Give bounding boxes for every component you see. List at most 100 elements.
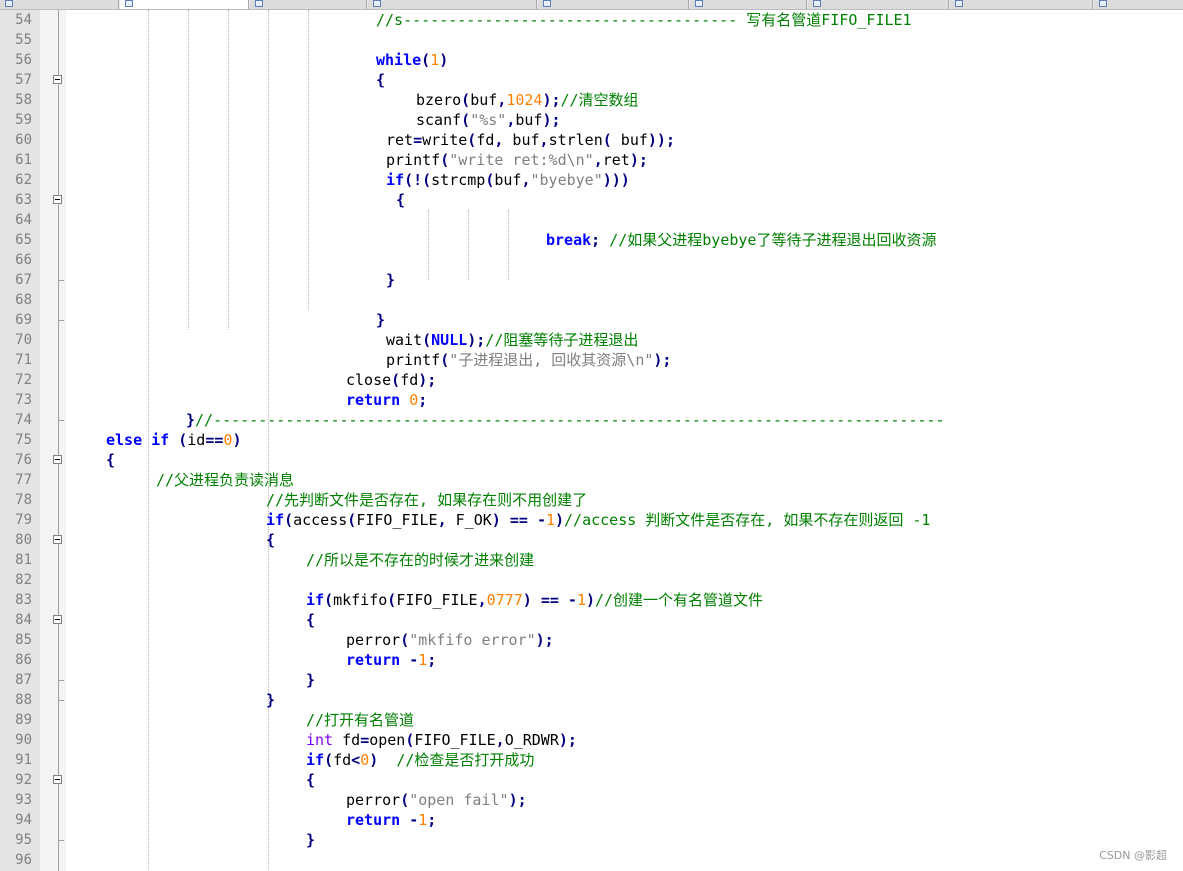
code-token: fd — [333, 731, 361, 749]
tab-file-1[interactable] — [0, 0, 119, 9]
code-line[interactable]: 82 — [0, 570, 1183, 590]
code-token: ); — [467, 331, 486, 349]
code-token: , — [521, 171, 531, 189]
code-text: } — [266, 690, 275, 710]
code-line[interactable]: 54 //s-----------------------------------… — [0, 10, 1183, 30]
code-token: 1 — [576, 591, 586, 609]
fold-toggle-icon[interactable] — [53, 75, 62, 84]
line-number: 73 — [15, 392, 32, 408]
fold-toggle-icon[interactable] — [53, 195, 62, 204]
tab-file-4[interactable] — [368, 0, 537, 9]
code-line[interactable]: 58 bzero(buf,1024);//清空数组 — [0, 90, 1183, 110]
code-line[interactable]: 89 //打开有名管道 — [0, 710, 1183, 730]
code-line[interactable]: 71 printf("子进程退出, 回收其资源\n"); — [0, 350, 1183, 370]
code-token: , — [437, 511, 447, 529]
file-icon — [1099, 0, 1107, 7]
line-number: 77 — [15, 472, 32, 488]
code-token: , — [477, 591, 487, 609]
fold-toggle-icon[interactable] — [53, 775, 62, 784]
code-line[interactable]: 63 { — [0, 190, 1183, 210]
code-line[interactable]: 95} — [0, 830, 1183, 850]
code-token: while — [376, 51, 422, 69]
code-token: bzero — [416, 91, 462, 109]
code-token: ( — [602, 131, 612, 149]
code-line[interactable]: 69} — [0, 310, 1183, 330]
code-line[interactable]: 84 { — [0, 610, 1183, 630]
code-editor[interactable]: 54 //s-----------------------------------… — [0, 10, 1183, 871]
code-token: == — [540, 591, 559, 609]
line-number: 71 — [15, 352, 32, 368]
code-token: //s-------------------------------------… — [376, 11, 912, 29]
code-line[interactable]: 77 //父进程负责读消息 — [0, 470, 1183, 490]
fold-end-marker — [58, 420, 64, 421]
tab-file-3[interactable] — [250, 0, 367, 9]
code-line[interactable]: 57 { — [0, 70, 1183, 90]
code-line[interactable]: 59 scanf("%s",buf); — [0, 110, 1183, 130]
code-line[interactable]: 67} — [0, 270, 1183, 290]
code-line[interactable]: 79 if(access(FIFO_FILE, F_OK) == -1)//acc… — [0, 510, 1183, 530]
code-token: == — [205, 431, 224, 449]
fold-toggle-icon[interactable] — [53, 615, 62, 624]
code-line[interactable]: 65 break; //如果父进程byebye了等待子进程退出回收资源 — [0, 230, 1183, 250]
code-line[interactable]: 93 perror("open fail"); — [0, 790, 1183, 810]
code-text: //s-------------------------------------… — [376, 10, 912, 30]
tab-file-6[interactable] — [690, 0, 807, 9]
code-line[interactable]: 96 — [0, 850, 1183, 870]
tab-file-2[interactable] — [120, 0, 249, 9]
code-line[interactable]: 70 wait(NULL);//阻塞等待子进程退出 — [0, 330, 1183, 350]
code-token: ( — [324, 751, 334, 769]
code-line[interactable]: 80 { — [0, 530, 1183, 550]
code-line[interactable]: 66 — [0, 250, 1183, 270]
code-line[interactable]: 88} — [0, 690, 1183, 710]
code-token: "open fail" — [409, 791, 509, 809]
code-text: return 0; — [346, 390, 427, 410]
code-line[interactable]: 60 ret=write(fd, buf,strlen( buf)); — [0, 130, 1183, 150]
code-line[interactable]: 72 close(fd); — [0, 370, 1183, 390]
code-token: "mkfifo error" — [409, 631, 536, 649]
code-token: ( — [324, 591, 334, 609]
line-number: 56 — [15, 52, 32, 68]
code-line[interactable]: 55 — [0, 30, 1183, 50]
code-line[interactable]: 76 { — [0, 450, 1183, 470]
code-line[interactable]: 56 while(1) — [0, 50, 1183, 70]
tab-file-8[interactable] — [950, 0, 1093, 9]
code-line[interactable]: 81 //所以是不存在的时候才进来创建 — [0, 550, 1183, 570]
line-number: 59 — [15, 112, 32, 128]
tab-file-9[interactable] — [1094, 0, 1183, 9]
code-token: mkfifo — [333, 591, 388, 609]
tab-file-5[interactable] — [538, 0, 689, 9]
code-token: ; — [591, 231, 601, 249]
code-line[interactable]: 91 if(fd<0) //检查是否打开成功 — [0, 750, 1183, 770]
code-line[interactable]: 75 else if (id==0) — [0, 430, 1183, 450]
file-icon — [125, 0, 133, 7]
code-text: if(access(FIFO_FILE, F_OK) == -1)//acces… — [266, 510, 930, 530]
code-line[interactable]: 64 — [0, 210, 1183, 230]
code-line[interactable]: 86 return -1; — [0, 650, 1183, 670]
code-line[interactable]: 61 printf("write ret:%d\n",ret); — [0, 150, 1183, 170]
code-line[interactable]: 85 perror("mkfifo error"); — [0, 630, 1183, 650]
code-line[interactable]: 73 return 0; — [0, 390, 1183, 410]
code-token: ); — [629, 151, 648, 169]
code-token: id — [187, 431, 206, 449]
file-icon — [5, 0, 13, 7]
code-text: if(fd<0) //检查是否打开成功 — [306, 750, 534, 770]
code-text: scanf("%s",buf); — [416, 110, 561, 130]
code-line[interactable]: 68 — [0, 290, 1183, 310]
code-token: strlen — [548, 131, 603, 149]
line-number: 60 — [15, 132, 32, 148]
code-line[interactable]: 83 if(mkfifo(FIFO_FILE,0777) == -1)//创建一个… — [0, 590, 1183, 610]
code-text: return -1; — [346, 650, 436, 670]
fold-toggle-icon[interactable] — [53, 455, 62, 464]
code-line[interactable]: 62 if(!(strcmp(buf,"byebye"))) — [0, 170, 1183, 190]
code-line[interactable]: 92 { — [0, 770, 1183, 790]
fold-toggle-icon[interactable] — [53, 535, 62, 544]
tab-file-7[interactable] — [808, 0, 949, 9]
code-line[interactable]: 94 return -1; — [0, 810, 1183, 830]
code-token: ); — [653, 351, 672, 369]
code-line[interactable]: 74}//-----------------------------------… — [0, 410, 1183, 430]
code-line[interactable]: 78 //先判断文件是否存在, 如果存在则不用创建了 — [0, 490, 1183, 510]
code-line[interactable]: 90 int fd=open(FIFO_FILE,O_RDWR); — [0, 730, 1183, 750]
code-token: ( — [400, 791, 410, 809]
code-line[interactable]: 87} — [0, 670, 1183, 690]
code-text: else if (id==0) — [106, 430, 241, 450]
